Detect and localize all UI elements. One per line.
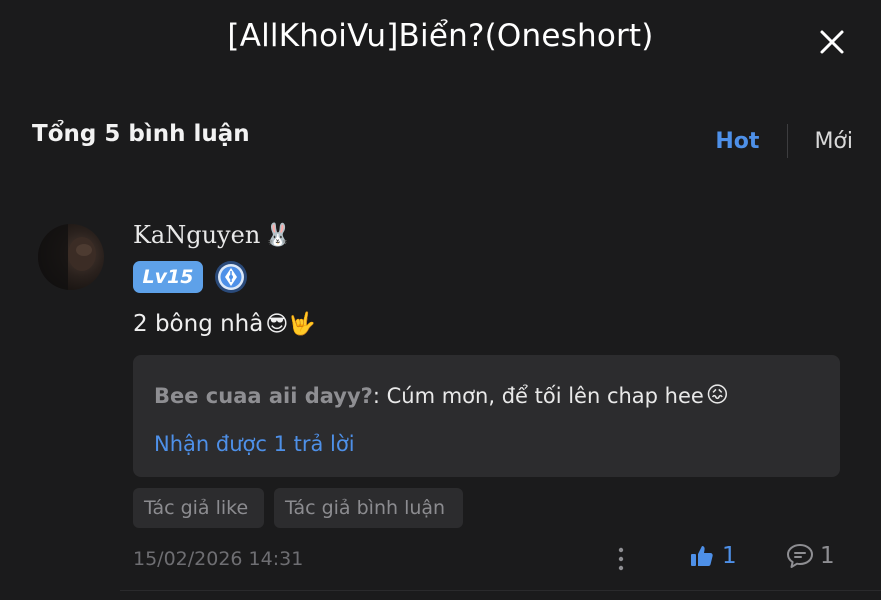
username-text: KaNguyen [133, 221, 261, 249]
username-emoji: 🐰 [264, 222, 292, 248]
reply-author[interactable]: Bee cuaa aii dayy? [154, 384, 373, 408]
more-options-button[interactable] [610, 545, 632, 573]
thumbs-up-icon [691, 546, 713, 566]
comment-count: Tổng 5 bình luận [32, 121, 250, 147]
comment-body: 2 bông nhâ 😎🤟 [133, 311, 316, 337]
comment-emojis: 😎🤟 [265, 311, 316, 337]
reply-separator: : [372, 383, 387, 408]
reply-count: 1 [820, 543, 835, 569]
comment-text: 2 bông nhâ [133, 311, 264, 337]
reply-line: Bee cuaa aii dayy? : Cúm mơn, để tối lên… [154, 383, 729, 408]
close-icon [820, 30, 844, 54]
reply-emoji: 😖 [705, 383, 729, 408]
avatar-image [38, 224, 96, 290]
view-replies-link[interactable]: Nhận được 1 trả lời [154, 432, 355, 456]
like-count: 1 [722, 543, 737, 569]
vertical-dots-icon [618, 547, 624, 571]
sort-hot-tab[interactable]: Hot [715, 129, 759, 154]
reply-button[interactable]: 1 [786, 543, 835, 569]
like-button[interactable]: 1 [690, 543, 737, 569]
sort-divider [787, 124, 789, 158]
pen-nib-badge-icon [214, 260, 248, 294]
author-comment-tag: Tác giả bình luận [274, 488, 463, 528]
avatar[interactable] [38, 224, 104, 290]
level-badge: Lv15 [133, 261, 203, 293]
reply-text: Cúm mơn, để tối lên chap hee [386, 383, 704, 408]
sort-toggle: Hot Mới [715, 124, 853, 158]
reply-preview[interactable]: Bee cuaa aii dayy? : Cúm mơn, để tối lên… [133, 355, 840, 477]
sort-new-tab[interactable]: Mới [814, 129, 853, 154]
close-button[interactable] [812, 22, 852, 62]
comment-timestamp: 15/02/2026 14:31 [133, 548, 304, 570]
chat-bubble-icon [787, 544, 813, 568]
author-like-tag: Tác giả like [133, 488, 264, 528]
divider [120, 590, 881, 591]
page-title: [AllKhoiVu]Biển?(Oneshort) [227, 18, 654, 54]
comment-username[interactable]: KaNguyen 🐰 [133, 221, 292, 249]
